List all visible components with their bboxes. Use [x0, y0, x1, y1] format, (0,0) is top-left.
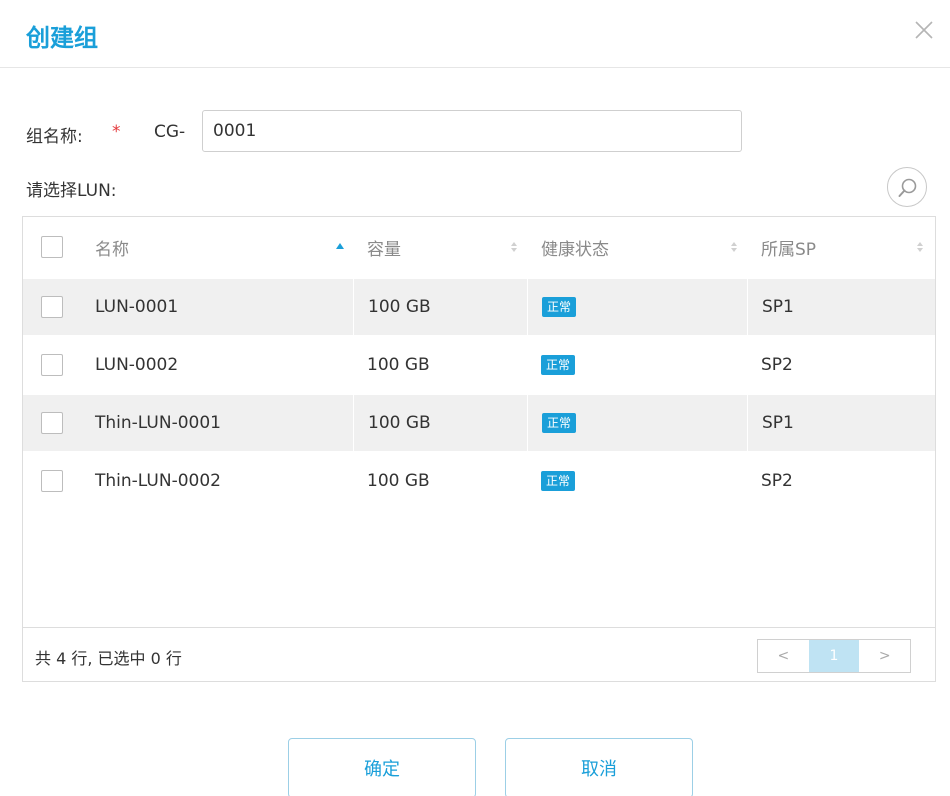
status-badge: 正常	[541, 471, 576, 491]
lun-capacity: 100 GB	[367, 355, 430, 375]
status-badge: 正常	[541, 355, 576, 375]
search-icon[interactable]	[887, 167, 927, 207]
column-header-capacity[interactable]: 容量	[367, 217, 401, 277]
table-row[interactable]: LUN-0002 100 GB 正常 SP2	[23, 337, 935, 393]
column-header-sp[interactable]: 所属SP	[761, 217, 816, 277]
dialog-header: 创建组	[0, 0, 950, 68]
lun-sp: SP1	[747, 279, 794, 335]
row-checkbox[interactable]	[41, 354, 63, 376]
lun-sp: SP2	[761, 471, 793, 491]
lun-table: 名称 容量 健康状态 所属SP LUN-0001 100 GB 正常 SP1 L…	[22, 216, 936, 682]
lun-name: Thin-LUN-0002	[95, 471, 221, 491]
sort-icon[interactable]	[509, 217, 519, 277]
table-row[interactable]: LUN-0001 100 GB 正常 SP1	[23, 279, 935, 335]
group-name-row: 组名称: * CG-	[26, 110, 746, 154]
required-mark: *	[112, 122, 121, 142]
row-checkbox[interactable]	[41, 412, 63, 434]
row-checkbox[interactable]	[41, 470, 63, 492]
lun-capacity: 100 GB	[367, 471, 430, 491]
health-cell: 正常	[541, 337, 576, 393]
pagination: < 1 >	[757, 639, 911, 673]
sort-icon[interactable]	[915, 217, 925, 277]
group-name-input[interactable]	[202, 110, 742, 152]
table-row[interactable]: Thin-LUN-0002 100 GB 正常 SP2	[23, 453, 935, 509]
column-header-name[interactable]: 名称	[95, 217, 129, 277]
column-header-health[interactable]: 健康状态	[541, 217, 609, 277]
table-footer: 共 4 行, 已选中 0 行 < 1 >	[23, 627, 935, 681]
select-lun-label: 请选择LUN:	[26, 181, 117, 201]
lun-capacity: 100 GB	[353, 279, 431, 335]
lun-sp: SP2	[761, 355, 793, 375]
table-row[interactable]: Thin-LUN-0001 100 GB 正常 SP1	[23, 395, 935, 451]
status-badge: 正常	[542, 297, 577, 317]
page-1-button[interactable]: 1	[808, 640, 860, 672]
confirm-button[interactable]: 确定	[288, 738, 476, 796]
lun-name: Thin-LUN-0001	[95, 413, 221, 433]
selection-count: 共 4 行, 已选中 0 行	[35, 649, 182, 668]
lun-sp: SP1	[747, 395, 794, 451]
health-cell: 正常	[541, 453, 576, 509]
close-icon[interactable]	[912, 18, 936, 42]
lun-capacity: 100 GB	[353, 395, 431, 451]
group-name-label: 组名称:	[26, 127, 83, 147]
prev-page-button[interactable]: <	[758, 640, 809, 672]
lun-name: LUN-0001	[95, 297, 179, 317]
dialog-title: 创建组	[26, 24, 98, 52]
sort-icon[interactable]	[729, 217, 739, 277]
lun-name: LUN-0002	[95, 355, 179, 375]
group-name-prefix: CG-	[154, 122, 186, 142]
health-cell: 正常	[527, 279, 577, 335]
cancel-button[interactable]: 取消	[505, 738, 693, 796]
status-badge: 正常	[542, 413, 577, 433]
sort-asc-icon[interactable]	[335, 217, 345, 277]
next-page-button[interactable]: >	[859, 640, 910, 672]
row-checkbox[interactable]	[41, 296, 63, 318]
select-all-checkbox[interactable]	[41, 236, 63, 258]
health-cell: 正常	[527, 395, 577, 451]
table-header: 名称 容量 健康状态 所属SP	[23, 217, 935, 277]
